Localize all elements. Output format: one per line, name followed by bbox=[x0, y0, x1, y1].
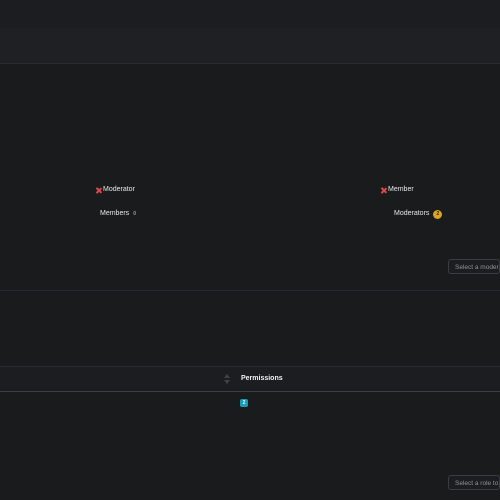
members-count-row: Members 0 bbox=[100, 209, 136, 219]
top-bar bbox=[0, 0, 500, 29]
section-header-band bbox=[0, 28, 500, 64]
moderators-count-row: Moderators 2 bbox=[394, 209, 443, 219]
role-select[interactable]: Select a role to bbox=[448, 475, 500, 490]
members-count: 0 bbox=[133, 211, 136, 217]
permission-count-badge: 2 bbox=[240, 399, 248, 407]
role-chip-moderator[interactable]: Moderator bbox=[95, 185, 135, 195]
permissions-column-header[interactable]: Permissions bbox=[241, 374, 283, 384]
moderators-count-badge: 2 bbox=[433, 209, 443, 219]
permissions-panel bbox=[0, 290, 500, 500]
role-chip-label: Moderator bbox=[103, 186, 135, 193]
roles-panel bbox=[0, 64, 500, 284]
remove-x-icon[interactable] bbox=[380, 187, 387, 194]
permissions-table-header: Permissions bbox=[0, 366, 500, 392]
members-label: Members bbox=[100, 210, 130, 217]
role-chip-label: Member bbox=[388, 186, 414, 193]
moderator-select[interactable]: Select a moderator bbox=[448, 259, 500, 274]
moderators-label: Moderators bbox=[394, 210, 430, 217]
role-chip-member[interactable]: Member bbox=[380, 185, 414, 195]
sort-icon[interactable] bbox=[224, 374, 230, 384]
remove-x-icon[interactable] bbox=[95, 187, 102, 194]
page: Moderator Member Members 0 Moderators 2 … bbox=[0, 0, 500, 500]
